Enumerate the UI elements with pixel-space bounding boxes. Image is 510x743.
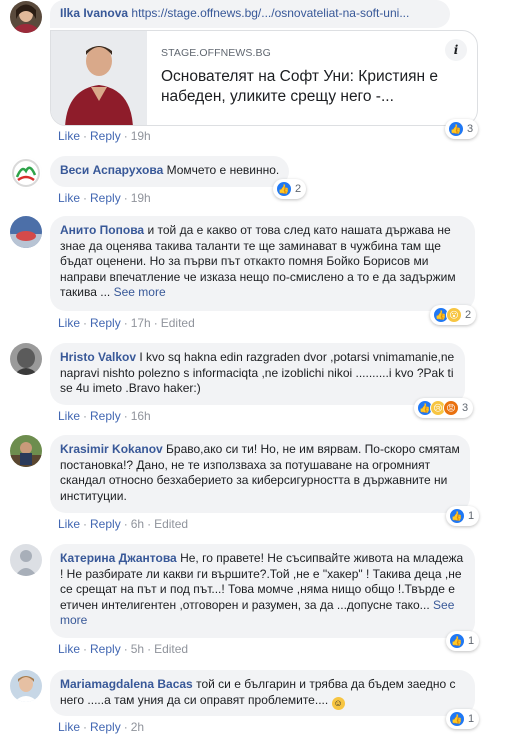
reactions-badge[interactable]: 👍 1 [446, 506, 480, 526]
like-button[interactable]: Like [58, 129, 80, 143]
comment-bubble: Mariamagdalena Bacas той си е българин и… [50, 670, 475, 716]
reactions-badge[interactable]: 👍 2 [273, 179, 307, 199]
wow-reaction-icon: 😮 [446, 307, 462, 323]
avatar[interactable] [10, 216, 42, 248]
avatar[interactable] [10, 544, 42, 576]
comment-text: Момчето е невинно. [166, 163, 280, 177]
edited-label[interactable]: Edited [154, 517, 188, 531]
angry-reaction-icon: 😡 [443, 400, 459, 416]
reply-button[interactable]: Reply [90, 409, 121, 423]
preview-title[interactable]: Основателят на Софт Уни: Кристиян е набе… [161, 67, 461, 107]
edited-label[interactable]: Edited [154, 642, 188, 656]
reactions-badge[interactable]: 👍 😢 😡 3 [414, 398, 474, 418]
avatar[interactable] [10, 435, 42, 467]
comment-bubble: Hristo Valkov I kvo sq hakna edin razgra… [50, 343, 465, 405]
like-reaction-icon: 👍 [448, 121, 464, 137]
comment-author[interactable]: Mariamagdalena Bacas [60, 677, 193, 691]
reply-button[interactable]: Reply [90, 191, 121, 205]
comment-actions: Like · Reply · 5h · Edited [58, 642, 189, 656]
comment-time[interactable]: 5h [131, 642, 144, 656]
reaction-count: 3 [462, 402, 469, 414]
like-reaction-icon: 👍 [449, 508, 465, 524]
comment-time[interactable]: 19h [131, 129, 151, 143]
comment-actions: Like · Reply · 17h · Edited [58, 316, 195, 330]
comment-bubble: Ilka Ivanova https://stage.offnews.bg/..… [50, 0, 450, 28]
comment-author[interactable]: Анито Попова [60, 223, 144, 237]
comment-time[interactable]: 19h [131, 191, 151, 205]
avatar[interactable] [10, 157, 42, 189]
like-button[interactable]: Like [58, 409, 80, 423]
comment-actions: Like · Reply · 19h [58, 191, 151, 205]
like-reaction-icon: 👍 [449, 633, 465, 649]
comment-time[interactable]: 2h [131, 720, 144, 734]
avatar[interactable] [10, 343, 42, 375]
reactions-badge[interactable]: 👍 1 [446, 631, 480, 651]
comment-author[interactable]: Веси Аспарухова [60, 163, 163, 177]
link-preview-card[interactable]: STAGE.OFFNEWS.BG Основателят на Софт Уни… [50, 30, 478, 126]
reaction-count: 2 [465, 309, 472, 321]
reaction-count: 1 [468, 713, 475, 725]
comment-author[interactable]: Ilka Ivanova [60, 6, 128, 20]
like-button[interactable]: Like [58, 191, 80, 205]
comment-bubble: Анито Попова и той да е какво от това сл… [50, 216, 475, 311]
smile-emoji-icon: ☺ [331, 696, 345, 710]
reply-button[interactable]: Reply [90, 129, 121, 143]
comment-author[interactable]: Катерина Джантова [60, 551, 177, 565]
comment-actions: Like · Reply · 2h [58, 720, 145, 734]
comment-bubble: Веси Аспарухова Момчето е невинно. [50, 156, 290, 187]
info-icon[interactable]: i [445, 39, 467, 61]
see-more-link[interactable]: See more [114, 285, 166, 299]
preview-thumbnail [51, 31, 147, 125]
comment-bubble: Krasimir Kokanov Браво,ако си ти! Но, не… [50, 435, 470, 513]
reaction-count: 1 [468, 510, 475, 522]
comment-time[interactable]: 17h [131, 316, 151, 330]
reply-button[interactable]: Reply [90, 517, 121, 531]
reaction-count: 1 [468, 635, 475, 647]
reply-button[interactable]: Reply [90, 316, 121, 330]
reaction-count: 3 [467, 123, 474, 135]
comment-author[interactable]: Krasimir Kokanov [60, 442, 163, 456]
reactions-badge[interactable]: 👍 3 [445, 119, 479, 139]
reply-button[interactable]: Reply [90, 642, 121, 656]
reactions-badge[interactable]: 👍 😮 2 [430, 305, 477, 325]
reactions-badge[interactable]: 👍 1 [446, 709, 480, 729]
preview-site: STAGE.OFFNEWS.BG [161, 47, 271, 59]
edited-label[interactable]: Edited [161, 316, 195, 330]
like-reaction-icon: 👍 [449, 711, 465, 727]
comment-actions: Like · Reply · 16h [58, 409, 151, 423]
reaction-count: 2 [295, 183, 302, 195]
comment-time[interactable]: 16h [131, 409, 151, 423]
reply-button[interactable]: Reply [90, 720, 121, 734]
comment-author[interactable]: Hristo Valkov [60, 350, 136, 364]
comment-bubble: Катерина Джантова Не, го правете! Не със… [50, 544, 475, 638]
avatar[interactable] [10, 1, 42, 33]
avatar[interactable] [10, 670, 42, 702]
like-button[interactable]: Like [58, 517, 80, 531]
comment-link[interactable]: https://stage.offnews.bg/.../osnovatelia… [131, 6, 409, 20]
comment-actions: Like · Reply · 6h · Edited [58, 517, 189, 531]
comment-time[interactable]: 6h [131, 517, 144, 531]
like-button[interactable]: Like [58, 720, 80, 734]
comment-actions: Like · Reply · 19h [58, 129, 151, 143]
like-button[interactable]: Like [58, 642, 80, 656]
like-button[interactable]: Like [58, 316, 80, 330]
like-reaction-icon: 👍 [276, 181, 292, 197]
